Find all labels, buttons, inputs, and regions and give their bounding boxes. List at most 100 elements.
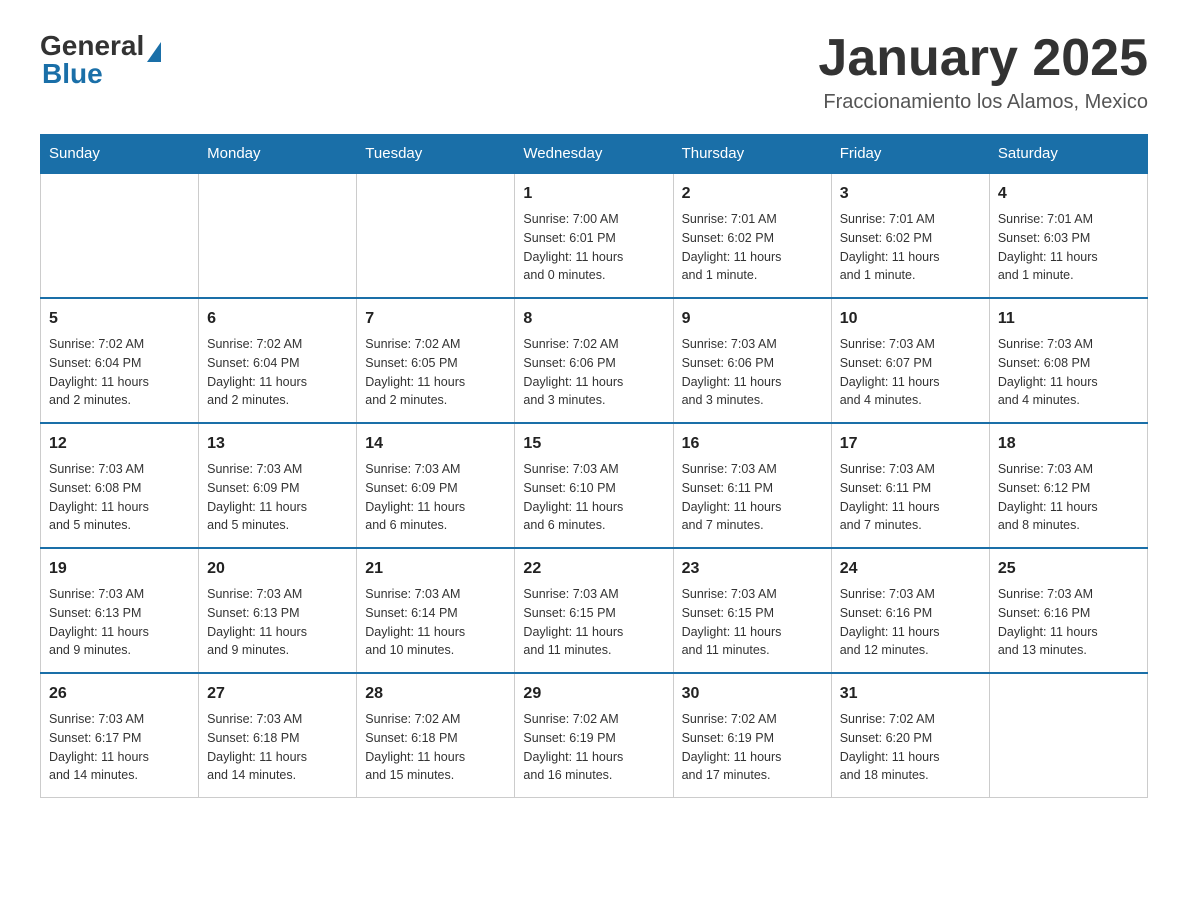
day-info: Sunrise: 7:03 AM Sunset: 6:07 PM Dayligh… xyxy=(840,335,981,410)
day-info: Sunrise: 7:02 AM Sunset: 6:20 PM Dayligh… xyxy=(840,710,981,785)
day-number: 21 xyxy=(365,557,506,581)
day-info: Sunrise: 7:02 AM Sunset: 6:06 PM Dayligh… xyxy=(523,335,664,410)
table-row: 11 Sunrise: 7:03 AM Sunset: 6:08 PM Dayli… xyxy=(989,298,1147,423)
day-info: Sunrise: 7:02 AM Sunset: 6:04 PM Dayligh… xyxy=(49,335,190,410)
day-number: 11 xyxy=(998,307,1139,331)
week-row-4: 19 Sunrise: 7:03 AM Sunset: 6:13 PM Dayli… xyxy=(41,548,1148,673)
table-row: 29 Sunrise: 7:02 AM Sunset: 6:19 PM Dayli… xyxy=(515,673,673,798)
table-row xyxy=(357,173,515,298)
calendar-table: Sunday Monday Tuesday Wednesday Thursday… xyxy=(40,134,1148,798)
week-row-5: 26Sunrise: 7:03 AM Sunset: 6:17 PM Dayli… xyxy=(41,673,1148,798)
header-tuesday: Tuesday xyxy=(357,135,515,174)
day-number: 1 xyxy=(523,182,664,206)
day-number: 13 xyxy=(207,432,348,456)
day-number: 18 xyxy=(998,432,1139,456)
week-row-3: 12 Sunrise: 7:03 AM Sunset: 6:08 PM Dayli… xyxy=(41,423,1148,548)
table-row: 8 Sunrise: 7:02 AM Sunset: 6:06 PM Daylig… xyxy=(515,298,673,423)
table-row: 20Sunrise: 7:03 AM Sunset: 6:13 PM Dayli… xyxy=(199,548,357,673)
table-row: 16 Sunrise: 7:03 AM Sunset: 6:11 PM Dayli… xyxy=(673,423,831,548)
table-row: 19 Sunrise: 7:03 AM Sunset: 6:13 PM Dayli… xyxy=(41,548,199,673)
week-row-2: 5Sunrise: 7:02 AM Sunset: 6:04 PM Daylig… xyxy=(41,298,1148,423)
day-info: Sunrise: 7:03 AM Sunset: 6:08 PM Dayligh… xyxy=(998,335,1139,410)
header-monday: Monday xyxy=(199,135,357,174)
day-number: 30 xyxy=(682,682,823,706)
day-info: Sunrise: 7:03 AM Sunset: 6:14 PM Dayligh… xyxy=(365,585,506,660)
day-number: 26 xyxy=(49,682,190,706)
table-row: 4 Sunrise: 7:01 AM Sunset: 6:03 PM Daylig… xyxy=(989,173,1147,298)
table-row: 24 Sunrise: 7:03 AM Sunset: 6:16 PM Dayli… xyxy=(831,548,989,673)
day-info: Sunrise: 7:03 AM Sunset: 6:16 PM Dayligh… xyxy=(998,585,1139,660)
day-number: 19 xyxy=(49,557,190,581)
day-info: Sunrise: 7:03 AM Sunset: 6:08 PM Dayligh… xyxy=(49,460,190,535)
table-row: 18 Sunrise: 7:03 AM Sunset: 6:12 PM Dayli… xyxy=(989,423,1147,548)
day-number: 20 xyxy=(207,557,348,581)
location-text: Fraccionamiento los Alamos, Mexico xyxy=(818,91,1148,114)
logo-blue-text: Blue xyxy=(40,58,103,90)
table-row: 6 Sunrise: 7:02 AM Sunset: 6:04 PM Daylig… xyxy=(199,298,357,423)
day-number: 10 xyxy=(840,307,981,331)
day-info: Sunrise: 7:03 AM Sunset: 6:11 PM Dayligh… xyxy=(682,460,823,535)
table-row: 26Sunrise: 7:03 AM Sunset: 6:17 PM Dayli… xyxy=(41,673,199,798)
table-row: 2 Sunrise: 7:01 AM Sunset: 6:02 PM Daylig… xyxy=(673,173,831,298)
day-number: 24 xyxy=(840,557,981,581)
day-number: 25 xyxy=(998,557,1139,581)
header-saturday: Saturday xyxy=(989,135,1147,174)
table-row: 30 Sunrise: 7:02 AM Sunset: 6:19 PM Dayli… xyxy=(673,673,831,798)
table-row: 25 Sunrise: 7:03 AM Sunset: 6:16 PM Dayli… xyxy=(989,548,1147,673)
day-info: Sunrise: 7:02 AM Sunset: 6:19 PM Dayligh… xyxy=(682,710,823,785)
table-row: 15Sunrise: 7:03 AM Sunset: 6:10 PM Dayli… xyxy=(515,423,673,548)
day-number: 22 xyxy=(523,557,664,581)
day-info: Sunrise: 7:03 AM Sunset: 6:12 PM Dayligh… xyxy=(998,460,1139,535)
table-row: 9Sunrise: 7:03 AM Sunset: 6:06 PM Daylig… xyxy=(673,298,831,423)
day-number: 3 xyxy=(840,182,981,206)
day-number: 2 xyxy=(682,182,823,206)
day-info: Sunrise: 7:03 AM Sunset: 6:09 PM Dayligh… xyxy=(365,460,506,535)
logo: General Blue xyxy=(40,30,161,90)
title-section: January 2025 Fraccionamiento los Alamos,… xyxy=(818,30,1148,114)
header-friday: Friday xyxy=(831,135,989,174)
day-info: Sunrise: 7:01 AM Sunset: 6:02 PM Dayligh… xyxy=(840,210,981,285)
day-number: 29 xyxy=(523,682,664,706)
day-info: Sunrise: 7:03 AM Sunset: 6:18 PM Dayligh… xyxy=(207,710,348,785)
day-info: Sunrise: 7:03 AM Sunset: 6:09 PM Dayligh… xyxy=(207,460,348,535)
table-row: 17 Sunrise: 7:03 AM Sunset: 6:11 PM Dayli… xyxy=(831,423,989,548)
week-row-1: 1 Sunrise: 7:00 AM Sunset: 6:01 PM Daylig… xyxy=(41,173,1148,298)
month-title: January 2025 xyxy=(818,30,1148,87)
day-info: Sunrise: 7:02 AM Sunset: 6:04 PM Dayligh… xyxy=(207,335,348,410)
day-info: Sunrise: 7:03 AM Sunset: 6:15 PM Dayligh… xyxy=(682,585,823,660)
day-number: 17 xyxy=(840,432,981,456)
table-row: 3 Sunrise: 7:01 AM Sunset: 6:02 PM Daylig… xyxy=(831,173,989,298)
table-row: 22Sunrise: 7:03 AM Sunset: 6:15 PM Dayli… xyxy=(515,548,673,673)
day-number: 27 xyxy=(207,682,348,706)
table-row: 13 Sunrise: 7:03 AM Sunset: 6:09 PM Dayli… xyxy=(199,423,357,548)
day-number: 6 xyxy=(207,307,348,331)
table-row: 21 Sunrise: 7:03 AM Sunset: 6:14 PM Dayli… xyxy=(357,548,515,673)
day-number: 4 xyxy=(998,182,1139,206)
day-info: Sunrise: 7:03 AM Sunset: 6:11 PM Dayligh… xyxy=(840,460,981,535)
page-header: General Blue January 2025 Fraccionamient… xyxy=(40,30,1148,114)
table-row: 23 Sunrise: 7:03 AM Sunset: 6:15 PM Dayli… xyxy=(673,548,831,673)
day-info: Sunrise: 7:03 AM Sunset: 6:13 PM Dayligh… xyxy=(49,585,190,660)
day-info: Sunrise: 7:02 AM Sunset: 6:19 PM Dayligh… xyxy=(523,710,664,785)
day-info: Sunrise: 7:01 AM Sunset: 6:03 PM Dayligh… xyxy=(998,210,1139,285)
day-number: 7 xyxy=(365,307,506,331)
day-info: Sunrise: 7:01 AM Sunset: 6:02 PM Dayligh… xyxy=(682,210,823,285)
header-wednesday: Wednesday xyxy=(515,135,673,174)
weekday-header-row: Sunday Monday Tuesday Wednesday Thursday… xyxy=(41,135,1148,174)
table-row: 5Sunrise: 7:02 AM Sunset: 6:04 PM Daylig… xyxy=(41,298,199,423)
table-row: 7Sunrise: 7:02 AM Sunset: 6:05 PM Daylig… xyxy=(357,298,515,423)
day-number: 12 xyxy=(49,432,190,456)
day-number: 16 xyxy=(682,432,823,456)
table-row xyxy=(41,173,199,298)
day-info: Sunrise: 7:00 AM Sunset: 6:01 PM Dayligh… xyxy=(523,210,664,285)
header-sunday: Sunday xyxy=(41,135,199,174)
day-number: 23 xyxy=(682,557,823,581)
logo-arrow-icon xyxy=(147,42,161,62)
table-row: 1 Sunrise: 7:00 AM Sunset: 6:01 PM Daylig… xyxy=(515,173,673,298)
day-number: 9 xyxy=(682,307,823,331)
day-number: 8 xyxy=(523,307,664,331)
table-row xyxy=(989,673,1147,798)
day-number: 14 xyxy=(365,432,506,456)
day-number: 31 xyxy=(840,682,981,706)
day-info: Sunrise: 7:03 AM Sunset: 6:16 PM Dayligh… xyxy=(840,585,981,660)
